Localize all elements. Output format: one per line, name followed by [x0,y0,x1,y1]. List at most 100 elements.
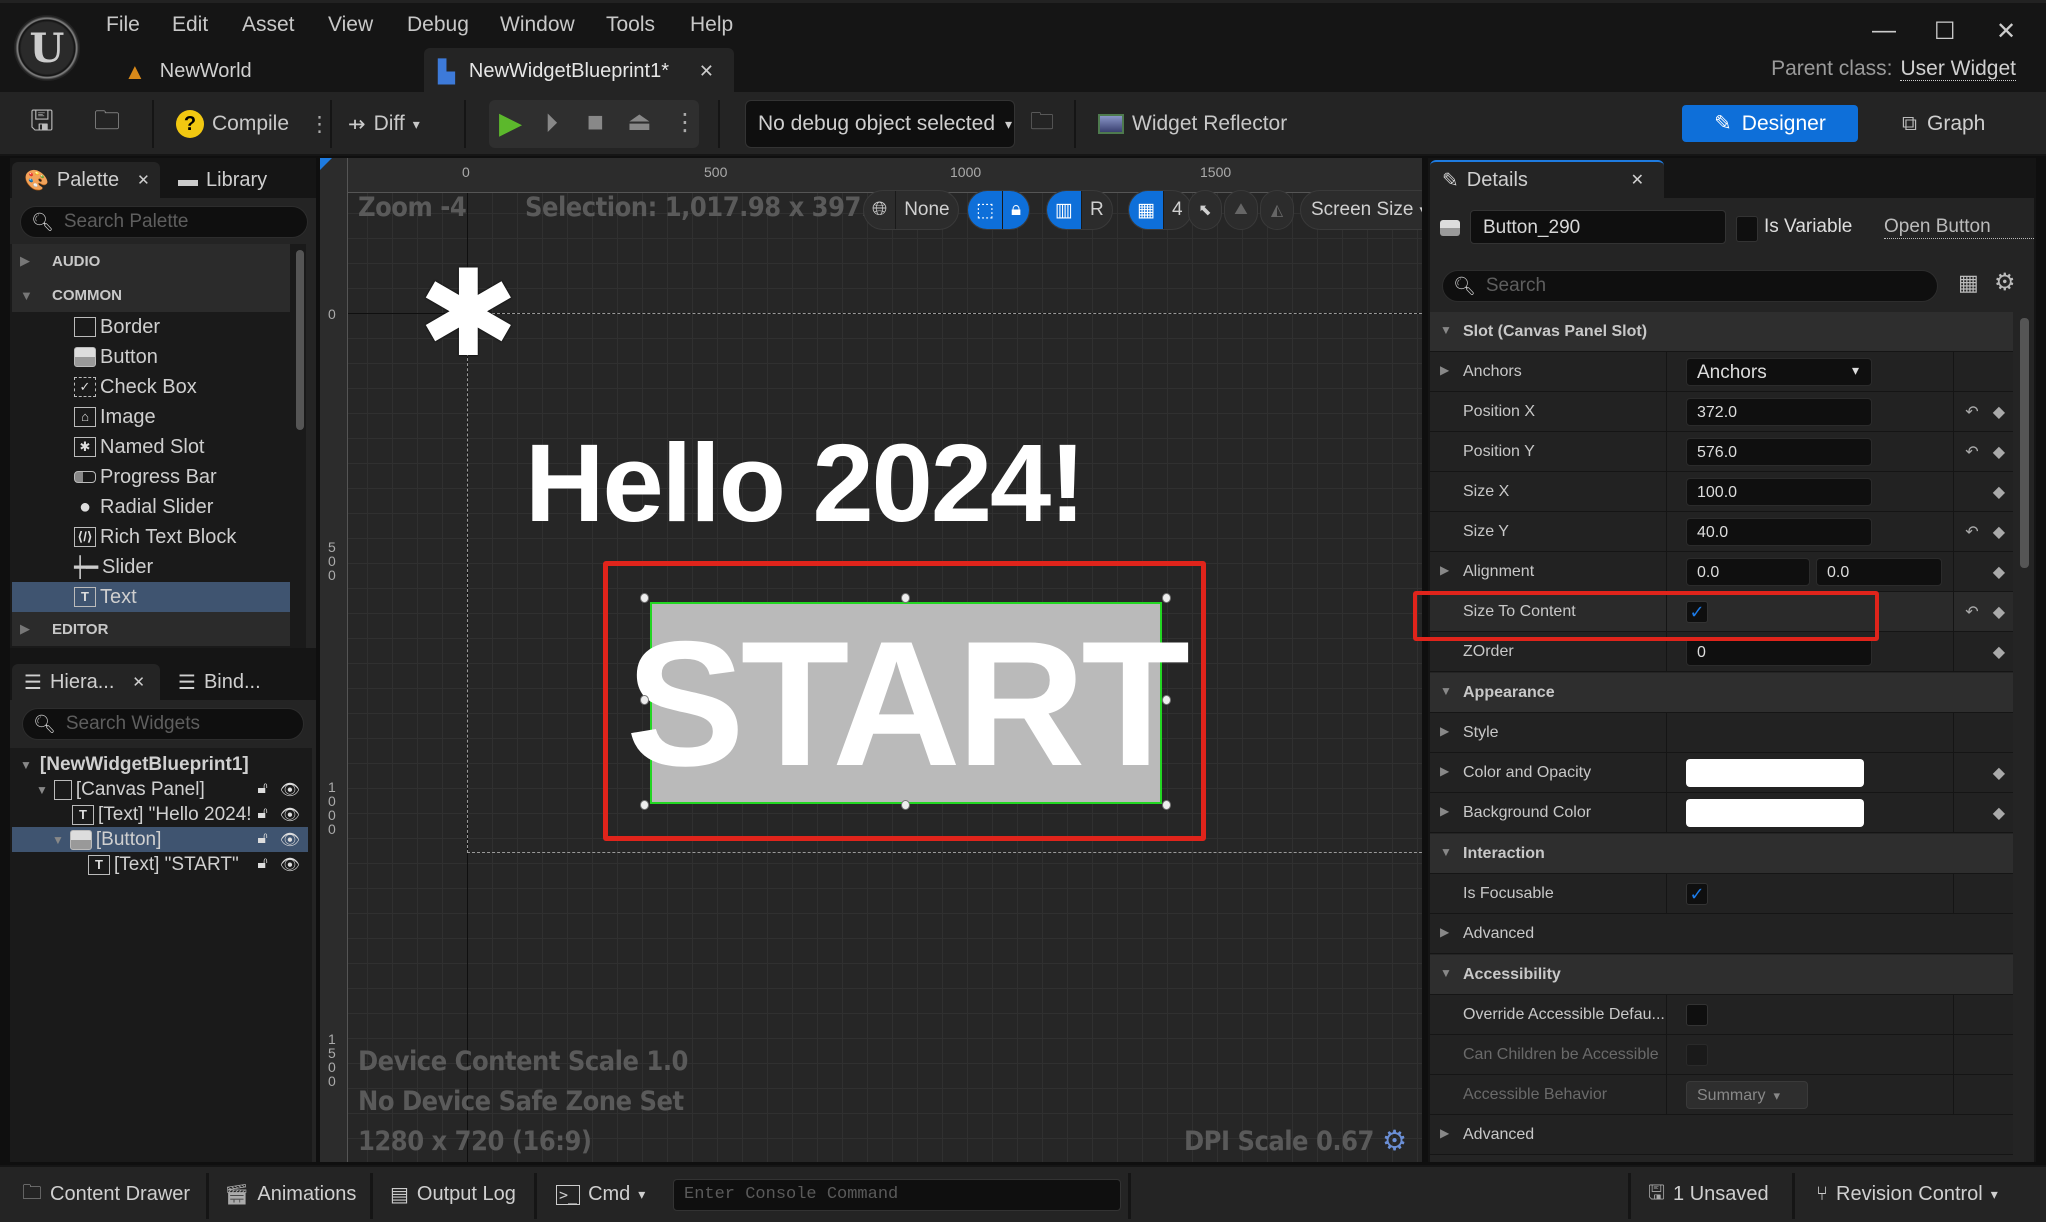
color-opacity-swatch[interactable] [1686,759,1864,787]
add-keyframe-icon[interactable]: ◆ [1993,602,2005,622]
tab-palette[interactable]: 🎨 Palette ✕ [12,162,160,198]
hello-text-widget[interactable]: Hello 2024! [525,420,1086,547]
flip-toggle[interactable]: ◭ [1260,190,1294,230]
resize-handle[interactable] [640,593,649,603]
alignment-x-input[interactable]: 0.0 [1686,558,1810,586]
visibility-eye-icon[interactable]: 👁︎ [280,780,300,800]
add-keyframe-icon[interactable]: ◆ [1993,642,2005,662]
hierarchy-node-hello-text[interactable]: T [Text] "Hello 2024! 🔓︎ 👁︎ [12,802,308,827]
debug-object-select[interactable]: No debug object selected ▾ [745,100,1015,148]
unsaved-button[interactable]: 🖫 1 Unsaved [1648,1167,1769,1222]
lock-icon[interactable]: 🔓︎ [257,855,267,875]
palette-item-image[interactable]: ⌂ Image [12,402,290,432]
menu-view[interactable]: View [328,13,373,37]
palette-scrollbar[interactable] [296,250,304,430]
screen-size-dropdown[interactable]: Screen Size ▾ [1300,190,1422,230]
resize-handle[interactable] [640,800,649,810]
position-x-input[interactable]: 372.0 [1686,398,1872,426]
expand-arrow-icon[interactable]: ▶ [1440,764,1449,778]
menu-window[interactable]: Window [500,13,575,37]
palette-item-slider[interactable]: ┿━ Slider [12,552,290,582]
size-y-input[interactable]: 40.0 [1686,518,1872,546]
widget-name-input[interactable]: Button_290 [1470,210,1726,244]
play-button[interactable]: ▶ [499,106,522,141]
tab-bind-widgets[interactable]: ☰ Bind... [166,664,306,700]
maximize-button[interactable]: ☐ [1934,17,1956,46]
diff-button[interactable]: ⇸ Diff ▾ [348,92,420,156]
widget-reflector-button[interactable]: Widget Reflector [1098,92,1287,156]
cmd-dropdown[interactable]: >_ Cmd ▾ [556,1167,645,1222]
alignment-y-input[interactable]: 0.0 [1816,558,1942,586]
size-x-input[interactable]: 100.0 [1686,478,1872,506]
resize-handle[interactable] [901,800,910,810]
settings-gear-icon[interactable]: ⚙ [1994,268,2016,297]
section-interaction[interactable]: ▼ Interaction [1430,834,2013,874]
parent-class-link[interactable]: User Widget [1900,57,2016,81]
add-keyframe-icon[interactable]: ◆ [1993,562,2005,582]
expand-arrow-icon[interactable]: ▶ [1440,363,1449,377]
add-keyframe-icon[interactable]: ◆ [1993,522,2005,542]
menu-asset[interactable]: Asset [242,13,295,37]
prop-advanced-interaction[interactable]: ▶ Advanced [1430,914,2013,954]
console-command-input[interactable]: Enter Console Command [673,1179,1121,1211]
add-keyframe-icon[interactable]: ◆ [1993,482,2005,502]
dpi-settings-gear-icon[interactable]: ⚙ [1382,1124,1407,1157]
browse-button[interactable]: 🗀 [94,92,120,156]
expand-arrow-icon[interactable]: ▶ [1440,563,1449,577]
grid-icon[interactable]: ▦ [1129,191,1164,229]
menu-file[interactable]: File [106,13,140,37]
menu-help[interactable]: Help [690,13,733,37]
resize-handle[interactable] [1162,593,1171,603]
reset-to-default-icon[interactable]: ↶ [1965,402,1978,422]
tab-newwidgetblueprint[interactable]: ▙ NewWidgetBlueprint1* ✕ [424,48,734,95]
palette-category-common[interactable]: ▼ COMMON [12,278,290,312]
save-button[interactable]: 🖫 [30,92,54,156]
select-tool-button[interactable]: ⬉ [1188,190,1222,230]
anchor-icon[interactable]: ✱ [418,254,519,374]
palette-item-button[interactable]: Button [12,342,290,372]
play-options-icon[interactable]: ⋮ [673,108,697,137]
animations-button[interactable]: 🎬︎ Animations [224,1167,356,1222]
add-keyframe-icon[interactable]: ◆ [1993,442,2005,462]
close-icon[interactable]: ✕ [132,673,145,691]
collapse-arrow-icon[interactable]: ▼ [36,783,48,797]
menu-debug[interactable]: Debug [407,13,469,37]
graph-mode-button[interactable]: ⧉ Graph [1902,105,1985,142]
is-variable-checkbox[interactable] [1736,216,1758,242]
add-keyframe-icon[interactable]: ◆ [1993,402,2005,422]
palette-category-editor[interactable]: ▶ EDITOR [12,612,290,646]
snap-lock-control[interactable]: ⬚ 🔒︎ [967,190,1031,230]
hierarchy-node-canvas-panel[interactable]: ▼ [Canvas Panel] 🔓︎ 👁︎ [12,777,308,802]
palette-item-named-slot[interactable]: ✱ Named Slot [12,432,290,462]
position-y-input[interactable]: 576.0 [1686,438,1872,466]
close-icon[interactable]: ✕ [1631,170,1644,190]
tab-library[interactable]: ▬ Library [166,162,306,198]
collapse-arrow-icon[interactable]: ▼ [20,758,32,772]
compile-options-icon[interactable]: ⋮ [309,112,330,137]
expand-arrow-icon[interactable]: ▶ [1440,724,1449,738]
palette-search-input[interactable]: 🔍︎ Search Palette [20,206,308,238]
reset-to-default-icon[interactable]: ↶ [1965,602,1978,622]
resize-handle[interactable] [1162,800,1171,810]
add-keyframe-icon[interactable]: ◆ [1993,803,2005,823]
start-button-widget[interactable]: START [626,602,1190,804]
zorder-input[interactable]: 0 [1686,638,1872,666]
anchors-dropdown[interactable]: Anchors ▾ [1686,358,1872,386]
menu-tools[interactable]: Tools [606,13,655,37]
tab-newworld[interactable]: ▲ NewWorld [110,48,410,95]
prop-advanced-accessibility[interactable]: ▶ Advanced [1430,1115,2013,1155]
is-focusable-checkbox[interactable]: ✓ [1686,883,1708,905]
palette-item-border[interactable]: Border [12,312,290,342]
section-accessibility[interactable]: ▼ Accessibility [1430,955,2013,995]
unreal-logo-icon[interactable]: U [14,15,80,81]
lock-icon[interactable]: 🔓︎ [257,805,267,825]
palette-item-radial-slider[interactable]: ● Radial Slider [12,492,290,522]
designer-mode-button[interactable]: ✎ Designer [1682,105,1858,142]
section-slot[interactable]: ▼ Slot (Canvas Panel Slot) [1430,312,2013,352]
marquee-select-icon[interactable]: ⬚ [968,191,1003,229]
compile-button[interactable]: ? Compile ⋮ [176,92,330,156]
revision-control-button[interactable]: ⑂ Revision Control ▾ [1816,1167,1998,1222]
visibility-eye-icon[interactable]: 👁︎ [280,830,300,850]
stop-button[interactable]: ■ [587,106,604,138]
resize-handle[interactable] [640,695,649,705]
